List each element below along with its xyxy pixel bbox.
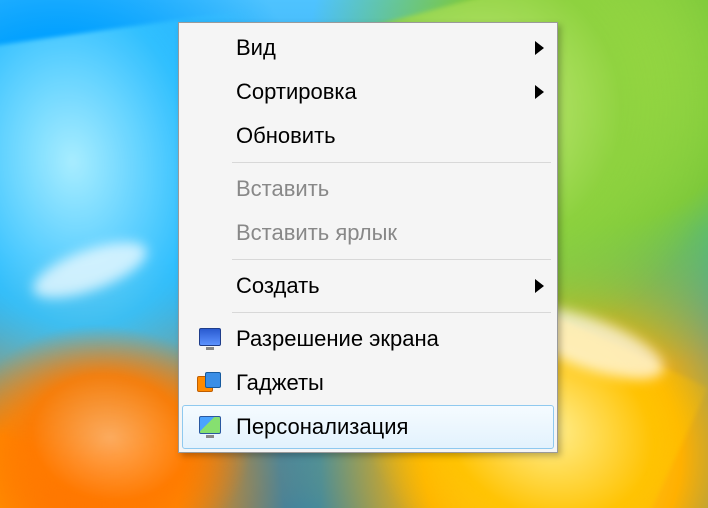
menu-item-label: Вид xyxy=(232,35,524,61)
menu-item-view[interactable]: Вид xyxy=(182,26,554,70)
resolution-icon xyxy=(188,328,232,350)
menu-item-gadgets[interactable]: Гаджеты xyxy=(182,361,554,405)
menu-item-sort[interactable]: Сортировка xyxy=(182,70,554,114)
menu-item-label: Разрешение экрана xyxy=(232,326,524,352)
menu-separator xyxy=(232,162,551,163)
menu-separator xyxy=(232,312,551,313)
menu-item-paste-link: Вставить ярлык xyxy=(182,211,554,255)
menu-item-label: Сортировка xyxy=(232,79,524,105)
desktop-wallpaper[interactable]: Вид Сортировка Обновить Вставить Вставить яр… xyxy=(0,0,708,508)
menu-item-label: Гаджеты xyxy=(232,370,524,396)
menu-item-label: Персонализация xyxy=(232,414,524,440)
submenu-arrow-icon xyxy=(524,273,544,299)
menu-item-refresh[interactable]: Обновить xyxy=(182,114,554,158)
menu-item-resolution[interactable]: Разрешение экрана xyxy=(182,317,554,361)
menu-item-personalize[interactable]: Персонализация xyxy=(182,405,554,449)
menu-item-label: Создать xyxy=(232,273,524,299)
submenu-arrow-icon xyxy=(524,35,544,61)
menu-item-label: Обновить xyxy=(232,123,524,149)
menu-item-label: Вставить ярлык xyxy=(232,220,524,246)
gadgets-icon xyxy=(188,372,232,394)
menu-item-new[interactable]: Создать xyxy=(182,264,554,308)
menu-item-label: Вставить xyxy=(232,176,524,202)
menu-item-paste: Вставить xyxy=(182,167,554,211)
menu-separator xyxy=(232,259,551,260)
personalize-icon xyxy=(188,416,232,438)
desktop-context-menu: Вид Сортировка Обновить Вставить Вставить яр… xyxy=(178,22,558,453)
submenu-arrow-icon xyxy=(524,79,544,105)
